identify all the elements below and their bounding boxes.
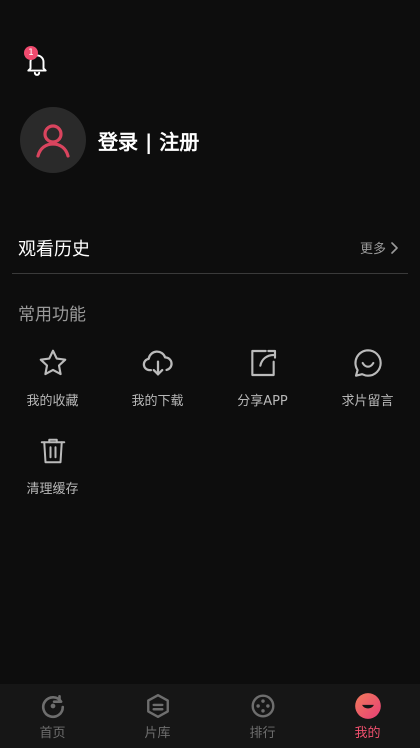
tab-home[interactable]: 首页 [0,684,105,748]
favorites-button[interactable]: 我的收藏 [0,346,105,409]
tab-label: 片库 [144,725,171,741]
profile-icon [354,692,381,719]
tab-label: 我的 [354,725,381,741]
feature-label: 我的收藏 [26,394,79,409]
share-app-button[interactable]: 分享APP [210,346,315,409]
ranking-icon [251,694,274,717]
downloads-button[interactable]: 我的下载 [105,346,210,409]
bottom-tab-bar: 首页 片库 排行 我的 [0,684,420,748]
notification-badge: 1 [24,46,38,60]
home-icon [41,694,64,718]
watch-history-row[interactable]: 观看历史 更多 [12,222,408,274]
user-icon [36,124,70,158]
share-icon [250,349,276,377]
tab-label: 首页 [39,725,66,741]
cloud-download-icon [142,350,173,376]
profile-section[interactable]: 登录 | 注册 [20,107,199,173]
chevron-right-icon [391,241,398,254]
library-icon [146,693,169,718]
feature-label: 清理缓存 [26,482,79,497]
login-register-link[interactable]: 登录 | 注册 [98,126,199,155]
avatar[interactable] [20,107,86,173]
request-message-button[interactable]: 求片留言 [315,346,420,409]
tab-label: 排行 [249,725,276,741]
tab-library[interactable]: 片库 [105,684,210,748]
feature-label: 分享APP [237,394,288,409]
tab-ranking[interactable]: 排行 [210,684,315,748]
star-icon [39,349,66,376]
trash-icon [40,438,65,464]
functions-title: 常用功能 [18,305,86,325]
more-link[interactable]: 更多 [360,238,398,257]
tab-profile[interactable]: 我的 [315,684,420,748]
watch-history-title: 观看历史 [18,238,90,260]
clear-cache-button[interactable]: 清理缓存 [0,434,105,497]
feature-label: 我的下载 [131,394,184,409]
notification-button[interactable]: 1 [22,46,54,78]
message-icon [353,349,382,377]
feature-label: 求片留言 [341,394,394,409]
more-label: 更多 [359,242,386,257]
